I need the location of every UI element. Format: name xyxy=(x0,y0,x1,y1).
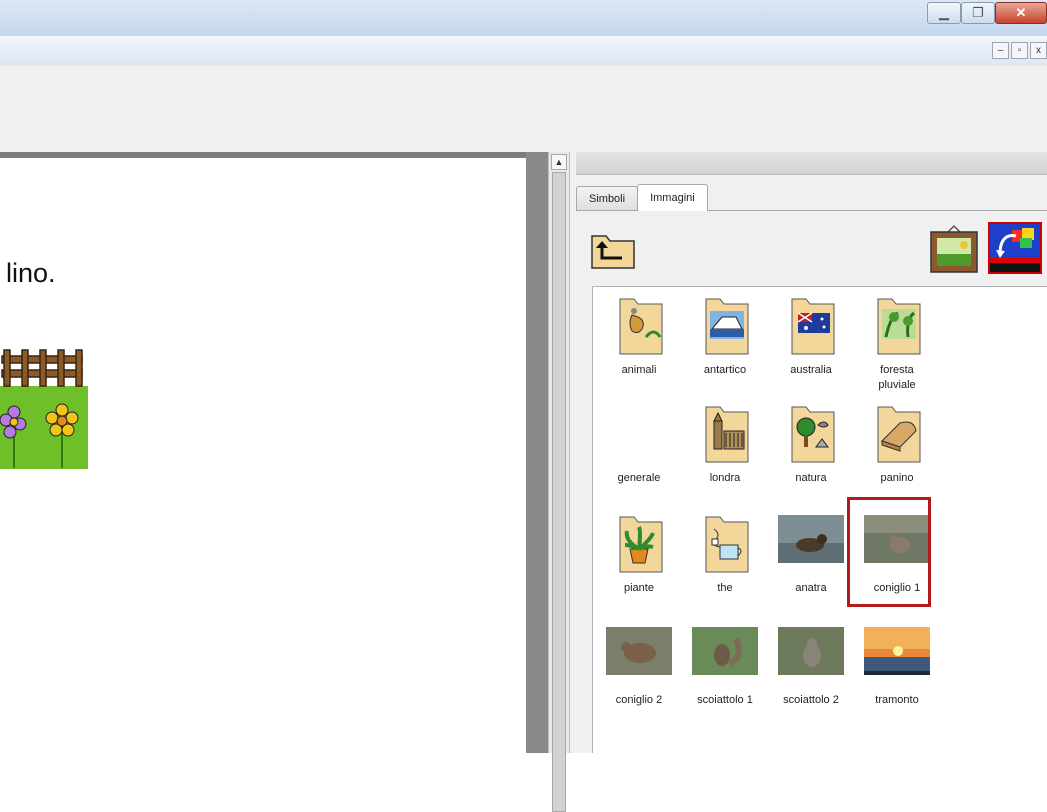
grid-item-piante[interactable]: piante xyxy=(596,515,682,596)
grid-item-londra[interactable]: londra xyxy=(682,405,768,486)
grid-item-coniglio-2[interactable]: coniglio 2 xyxy=(596,627,682,708)
grid-item-natura[interactable]: natura xyxy=(768,405,854,486)
doc-minimize-icon[interactable]: – xyxy=(992,42,1009,59)
grid-item-tramonto[interactable]: tramonto xyxy=(854,627,940,708)
tab-immagini[interactable]: Immagini xyxy=(637,184,708,211)
item-label: australia xyxy=(790,364,832,376)
image-grid: animali antartico australia foresta pluv… xyxy=(592,286,1047,753)
grid-item-antartico[interactable]: antartico xyxy=(682,297,768,378)
toolbar-bottom xyxy=(0,108,1047,153)
grid-item-panino[interactable]: panino xyxy=(854,405,940,486)
garden-image[interactable] xyxy=(0,346,88,469)
bread-folder-icon xyxy=(864,405,930,465)
squirrel-photo xyxy=(778,627,844,687)
panel-tabs: Simboli Immagini xyxy=(576,184,708,211)
item-label: animali xyxy=(621,364,657,376)
selection-highlight xyxy=(847,497,931,607)
item-label: piante xyxy=(624,582,654,594)
grid-item-generale[interactable]: generale xyxy=(596,405,682,486)
scroll-up-icon[interactable]: ▲ xyxy=(551,154,567,170)
panel-header xyxy=(576,152,1047,175)
big-ben-folder-icon xyxy=(692,405,758,465)
item-label: natura xyxy=(795,472,827,484)
media-panel: Simboli Immagini animali antartico austr… xyxy=(570,152,1047,753)
item-label: foresta pluviale xyxy=(878,364,916,391)
menu-bar xyxy=(0,36,1047,67)
change-image-button[interactable] xyxy=(988,222,1042,274)
window-titlebar: ▁ ❐ ✕ xyxy=(0,0,1047,36)
item-label: scoiattolo 2 xyxy=(783,694,839,706)
duck-photo xyxy=(778,515,844,575)
maximize-icon[interactable]: ❐ xyxy=(961,2,995,24)
item-label: panino xyxy=(880,472,914,484)
doc-restore-icon[interactable]: ▫ xyxy=(1011,42,1028,59)
document-workspace: lino. xyxy=(0,152,548,753)
grid-item-the[interactable]: the xyxy=(682,515,768,596)
document-text: lino. xyxy=(6,258,56,288)
item-label: scoiattolo 1 xyxy=(697,694,753,706)
australia-flag-folder-icon xyxy=(778,297,844,357)
toolbar-top xyxy=(0,66,1047,109)
empty-folder xyxy=(606,405,672,465)
teacup-folder-icon xyxy=(692,515,758,575)
grid-item-anatra[interactable]: anatra xyxy=(768,515,854,596)
sunset-photo xyxy=(864,627,930,687)
item-label: anatra xyxy=(795,582,827,594)
picture-frame-button[interactable] xyxy=(928,224,980,274)
document-window-controls: – ▫ x xyxy=(992,42,1047,59)
item-label: londra xyxy=(709,472,741,484)
grid-item-animali[interactable]: animali xyxy=(596,297,682,378)
tab-simboli[interactable]: Simboli xyxy=(576,186,639,211)
swap-image-icon xyxy=(990,224,1040,272)
folder-up-icon xyxy=(591,235,635,269)
rabbit-photo xyxy=(606,627,672,687)
folder-up-button[interactable] xyxy=(590,230,636,270)
item-label: coniglio 2 xyxy=(615,694,663,706)
rainforest-folder-icon xyxy=(864,297,930,357)
squirrel-photo xyxy=(692,627,758,687)
item-label: antartico xyxy=(703,364,747,376)
minimize-icon[interactable]: ▁ xyxy=(927,2,961,24)
iceberg-ship-folder-icon xyxy=(692,297,758,357)
window-controls: ▁ ❐ ✕ xyxy=(927,0,1047,30)
close-icon[interactable]: ✕ xyxy=(995,2,1047,24)
tree-bird-folder-icon xyxy=(778,405,844,465)
item-label: the xyxy=(717,582,733,594)
item-label: generale xyxy=(617,472,661,484)
picture-frame-icon xyxy=(930,224,978,273)
grid-item-foresta-pluviale[interactable]: foresta pluviale xyxy=(854,297,940,393)
potted-plant-folder-icon xyxy=(606,515,672,575)
document-page[interactable]: lino. xyxy=(0,152,526,753)
grid-item-scoiattolo-1[interactable]: scoiattolo 1 xyxy=(682,627,768,708)
grid-item-australia[interactable]: australia xyxy=(768,297,854,378)
doc-close-icon[interactable]: x xyxy=(1030,42,1047,59)
grid-item-scoiattolo-2[interactable]: scoiattolo 2 xyxy=(768,627,854,708)
document-scrollbar[interactable]: ▲ xyxy=(548,152,570,812)
kangaroo-folder-icon xyxy=(606,297,672,357)
item-label: tramonto xyxy=(875,694,919,706)
scrollbar-thumb[interactable] xyxy=(552,172,566,812)
